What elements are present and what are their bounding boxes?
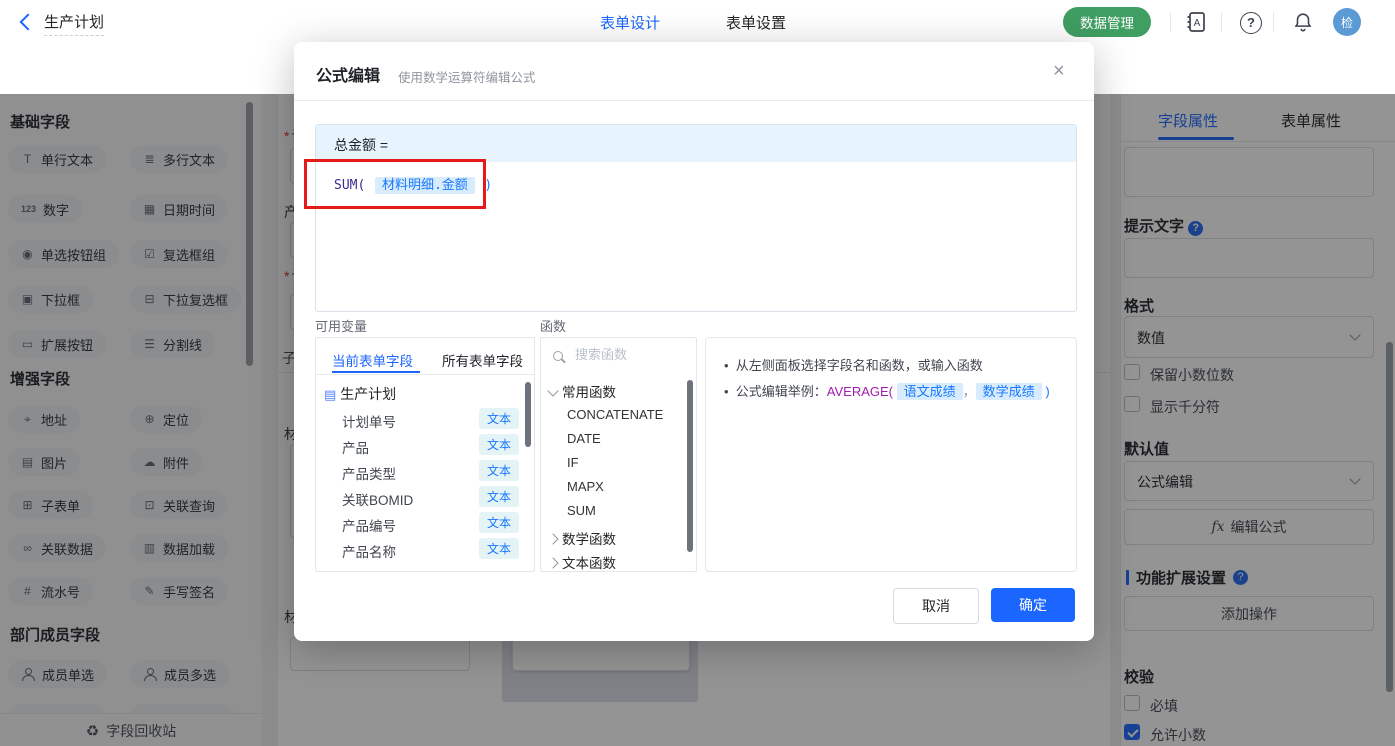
active-tab-underline (332, 371, 420, 373)
function-item[interactable]: CONCATENATE (567, 407, 663, 422)
type-badge: 文本 (479, 486, 520, 507)
formula-result-label: 总金额 = (334, 137, 389, 153)
tree-root[interactable]: ▤ 生产计划 (324, 384, 396, 404)
formula-result-row: 总金额 = (316, 125, 1076, 162)
tab-form-settings[interactable]: 表单设置 (726, 12, 786, 33)
confirm-button[interactable]: 确定 (991, 588, 1075, 622)
root-label: 生产计划 (340, 386, 397, 402)
type-badge: 文本 (479, 538, 520, 559)
comma: ， (962, 384, 976, 399)
function-item[interactable]: IF (567, 455, 579, 470)
page-title[interactable]: 生产计划 (44, 11, 105, 36)
variable-row[interactable]: 产品类型 (342, 463, 396, 483)
group-label: 常用函数 (562, 385, 616, 400)
average-function-token: AVERAGE( (826, 384, 894, 399)
variables-scrollbar[interactable] (525, 382, 531, 447)
form-doc-icon: ▤ (324, 387, 337, 402)
contacts-icon[interactable]: A (1184, 10, 1208, 39)
chevron-down-icon (547, 385, 559, 397)
type-badge: 文本 (479, 460, 520, 481)
divider (1273, 12, 1274, 32)
bell-icon[interactable] (1292, 10, 1314, 39)
search-functions-input[interactable] (573, 346, 677, 363)
divider (294, 100, 1094, 101)
back-icon[interactable] (19, 13, 37, 31)
variable-row[interactable]: 产品名称 (342, 541, 396, 561)
variable-row[interactable]: 计划单号 (342, 411, 396, 431)
annotation-box (304, 159, 486, 209)
type-badge: 文本 (479, 512, 520, 533)
function-item[interactable]: MAPX (567, 479, 604, 494)
functions-panel: 常用函数 CONCATENATE DATE IF MAPX SUM 数学函数 文… (540, 337, 697, 572)
example-chip: 语文成绩 (896, 383, 963, 400)
function-item[interactable]: DATE (567, 431, 601, 446)
functions-label: 函数 (540, 319, 567, 334)
function-group-math[interactable]: 数学函数 (547, 528, 616, 548)
data-manage-button[interactable]: 数据管理 (1063, 7, 1151, 37)
tab-current-form-fields[interactable]: 当前表单字段 (332, 350, 413, 370)
function-item[interactable]: SUM (567, 503, 596, 518)
chevron-right-icon (547, 533, 559, 545)
type-badge: 文本 (479, 408, 520, 429)
modal-subtitle: 使用数学运算符编辑公式 (398, 71, 536, 85)
formula-help-panel: • 从左侧面板选择字段名和函数，或输入函数 • 公式编辑举例：AVERAGE( … (705, 337, 1077, 572)
help-icon[interactable]: ? (1240, 12, 1262, 34)
type-badge: 文本 (479, 434, 520, 455)
close-icon[interactable]: × (1053, 61, 1065, 81)
svg-text:A: A (1194, 18, 1201, 29)
close-paren: ) (1045, 384, 1050, 399)
top-navbar: 生产计划 表单设计 表单设置 数据管理 A ? 检 (0, 0, 1395, 44)
variable-row[interactable]: 关联BOMID (342, 489, 413, 509)
divider (1221, 12, 1222, 32)
search-icon (553, 350, 567, 364)
divider (1170, 12, 1171, 32)
help-text: 从左侧面板选择字段名和函数，或输入函数 (735, 358, 983, 373)
function-group-text[interactable]: 文本函数 (547, 552, 616, 571)
help-line-2: • 公式编辑举例：AVERAGE( 语文成绩，数学成绩 ) (724, 383, 1050, 400)
help-line-1: • 从左侧面板选择字段名和函数，或输入函数 (724, 358, 983, 373)
tab-all-form-fields[interactable]: 所有表单字段 (442, 350, 523, 370)
example-chip: 数学成绩 (975, 383, 1042, 400)
cancel-button[interactable]: 取消 (893, 588, 979, 624)
variable-row[interactable]: 产品 (342, 437, 369, 457)
app-root: 生产计划 表单设计 表单设置 数据管理 A ? 检 ⊘ 表单外链 ≈ 后端脚本 … (0, 0, 1395, 746)
avatar[interactable]: 检 (1333, 8, 1361, 36)
chevron-right-icon (547, 557, 559, 569)
functions-scrollbar[interactable] (687, 380, 693, 552)
divider (316, 374, 534, 375)
tab-form-design[interactable]: 表单设计 (600, 12, 660, 33)
variables-label: 可用变量 (315, 319, 368, 334)
modal-title: 公式编辑 (316, 68, 381, 85)
variables-panel: 当前表单字段 所有表单字段 ▤ 生产计划 计划单号 文本 产品 文本 产品类型 … (315, 337, 535, 572)
variable-row[interactable]: 产品编号 (342, 515, 396, 535)
group-label: 文本函数 (562, 556, 616, 571)
function-group-common[interactable]: 常用函数 (547, 381, 616, 401)
group-label: 数学函数 (562, 532, 616, 547)
formula-edit-modal: 公式编辑 使用数学运算符编辑公式 × 总金额 = SUM( 材料明细.金额 ) … (294, 42, 1094, 641)
formula-editor[interactable]: 总金额 = SUM( 材料明细.金额 ) (315, 124, 1077, 312)
help-text: 公式编辑举例： (735, 384, 827, 399)
